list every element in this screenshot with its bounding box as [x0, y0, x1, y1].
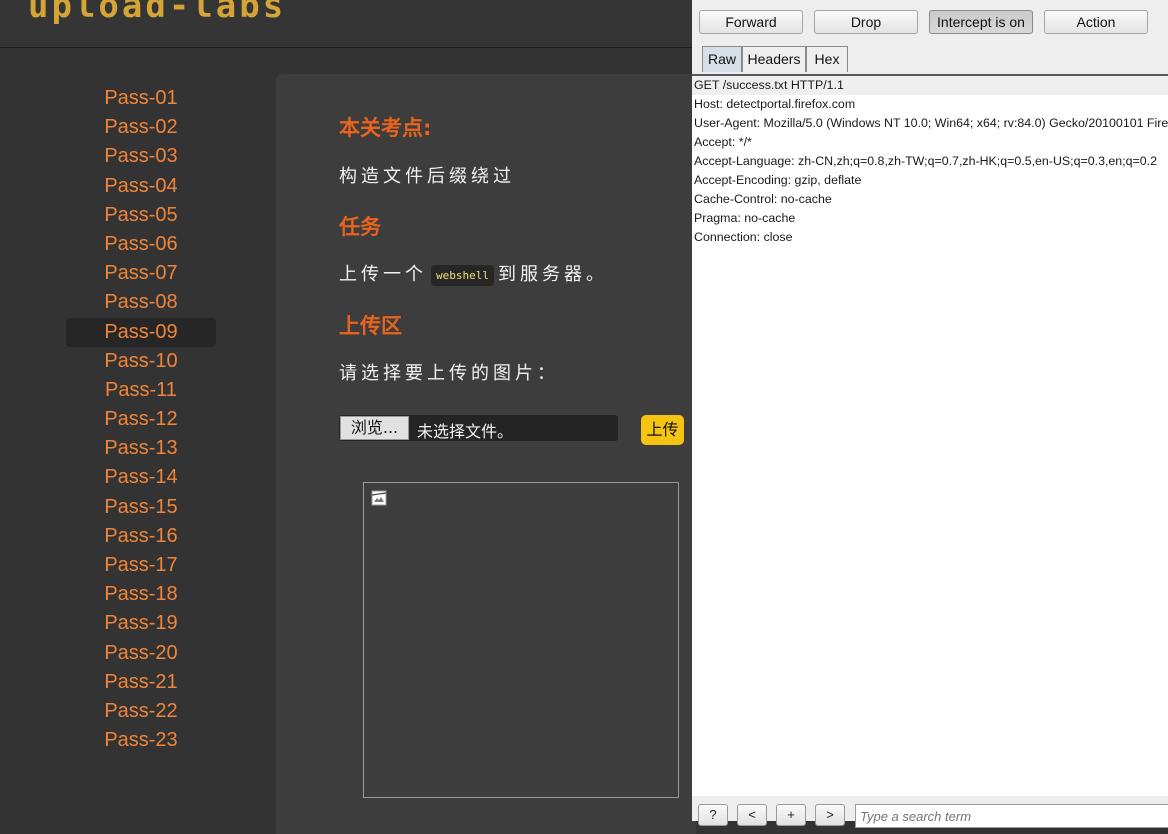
raw-request-editor[interactable]: GET /success.txt HTTP/1.1 Host: detectpor… [692, 76, 1168, 247]
sidebar-item-pass-06[interactable]: Pass-06 [66, 230, 216, 259]
forward-button[interactable]: Forward [699, 10, 803, 34]
browse-button[interactable]: 浏览... [340, 416, 409, 440]
site-header: upload-labs [0, 0, 692, 48]
task-text: 上传一个 webshell 到服务器。 [339, 260, 608, 286]
search-help-button[interactable]: ? [698, 804, 728, 826]
sidebar-item-pass-17[interactable]: Pass-17 [66, 551, 216, 580]
section-title-task: 任务 [339, 215, 381, 239]
sidebar-item-pass-07[interactable]: Pass-07 [66, 259, 216, 288]
search-prev-button[interactable]: < [737, 804, 767, 826]
sidebar-item-pass-20[interactable]: Pass-20 [66, 639, 216, 668]
request-line[interactable]: Connection: close [692, 228, 1168, 247]
tab-hex[interactable]: Hex [806, 46, 848, 72]
sidebar-item-pass-10[interactable]: Pass-10 [66, 347, 216, 376]
webshell-code: webshell [431, 264, 494, 286]
request-line[interactable]: Accept: */* [692, 133, 1168, 152]
sidebar-item-pass-22[interactable]: Pass-22 [66, 697, 216, 726]
sidebar-item-pass-11[interactable]: Pass-11 [66, 376, 216, 405]
level-content-panel: 本关考点: 构造文件后缀绕过 任务 上传一个 webshell 到服务器。 上传区 … [276, 74, 696, 834]
file-input[interactable]: 浏览... 未选择文件。 [339, 415, 618, 441]
request-line[interactable]: Cache-Control: no-cache [692, 190, 1168, 209]
sidebar-item-pass-23[interactable]: Pass-23 [66, 726, 216, 755]
action-button[interactable]: Action [1044, 10, 1148, 34]
sidebar-item-pass-01[interactable]: Pass-01 [66, 84, 216, 113]
sidebar-item-pass-09[interactable]: Pass-09 [66, 317, 216, 347]
drop-button[interactable]: Drop [814, 10, 918, 34]
request-line[interactable]: User-Agent: Mozilla/5.0 (Windows NT 10.0… [692, 114, 1168, 133]
sidebar-item-pass-19[interactable]: Pass-19 [66, 609, 216, 638]
task-text-prefix: 上传一个 [339, 264, 427, 285]
intercept-toggle-button[interactable]: Intercept is on [929, 10, 1033, 34]
intercept-toolbar: Forward Drop Intercept is on Action [692, 0, 1168, 42]
section-title-upload: 上传区 [339, 314, 402, 338]
sidebar-item-pass-04[interactable]: Pass-04 [66, 172, 216, 201]
request-line[interactable]: GET /success.txt HTTP/1.1 [692, 76, 1168, 95]
search-input[interactable] [855, 804, 1168, 828]
request-line[interactable]: Pragma: no-cache [692, 209, 1168, 228]
upload-prompt: 请选择要上传的图片： [339, 363, 559, 384]
task-text-suffix: 到服务器。 [497, 264, 608, 285]
search-add-button[interactable]: + [776, 804, 806, 826]
sidebar-item-pass-08[interactable]: Pass-08 [66, 288, 216, 317]
message-tabs: Raw Headers Hex [692, 42, 1168, 76]
upload-button[interactable]: 上传 [641, 415, 684, 445]
sidebar-item-pass-13[interactable]: Pass-13 [66, 434, 216, 463]
image-preview [363, 482, 679, 798]
sidebar-item-pass-15[interactable]: Pass-15 [66, 493, 216, 522]
request-line[interactable]: Accept-Language: zh-CN,zh;q=0.8,zh-TW;q=… [692, 152, 1168, 171]
sidebar-item-pass-03[interactable]: Pass-03 [66, 142, 216, 171]
key-point-text: 构造文件后缀绕过 [339, 166, 515, 187]
file-status-text: 未选择文件。 [417, 422, 514, 441]
tab-raw[interactable]: Raw [702, 46, 742, 72]
burp-intercept-panel: Forward Drop Intercept is on Action Raw … [692, 0, 1168, 828]
sidebar-item-pass-05[interactable]: Pass-05 [66, 201, 216, 230]
sidebar-item-pass-18[interactable]: Pass-18 [66, 580, 216, 609]
sidebar-item-pass-12[interactable]: Pass-12 [66, 405, 216, 434]
sidebar-item-pass-14[interactable]: Pass-14 [66, 463, 216, 492]
request-line[interactable]: Host: detectportal.firefox.com [692, 95, 1168, 114]
sidebar-item-pass-21[interactable]: Pass-21 [66, 668, 216, 697]
sidebar-item-pass-16[interactable]: Pass-16 [66, 522, 216, 551]
request-line[interactable]: Accept-Encoding: gzip, deflate [692, 171, 1168, 190]
sidebar-item-pass-02[interactable]: Pass-02 [66, 113, 216, 142]
site-logo[interactable]: upload-labs [28, 0, 286, 26]
broken-image-icon [371, 490, 387, 506]
level-sidebar: Pass-01 Pass-02 Pass-03 Pass-04 Pass-05 Pass-… [66, 84, 216, 755]
section-title-key-point: 本关考点: [339, 116, 432, 140]
tab-headers[interactable]: Headers [742, 46, 806, 72]
search-bar: ? < + > [692, 796, 1168, 828]
search-next-button[interactable]: > [815, 804, 845, 826]
